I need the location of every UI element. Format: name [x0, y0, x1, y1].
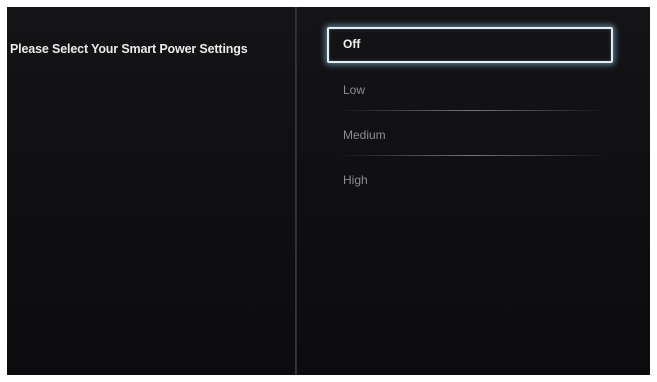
left-panel: Please Select Your Smart Power Settings	[7, 7, 295, 375]
settings-prompt: Please Select Your Smart Power Settings	[10, 42, 248, 56]
option-off[interactable]: Off	[327, 27, 613, 63]
option-high[interactable]: High	[327, 163, 613, 199]
smart-power-settings-screen: Please Select Your Smart Power Settings …	[7, 7, 650, 375]
option-separator	[337, 110, 607, 111]
tv-frame: Please Select Your Smart Power Settings …	[0, 0, 657, 382]
options-menu: Off Low Medium High	[297, 7, 650, 375]
option-medium[interactable]: Medium	[327, 118, 613, 154]
option-low[interactable]: Low	[327, 73, 613, 109]
option-separator	[337, 155, 607, 156]
option-low-label: Low	[343, 83, 366, 97]
option-medium-label: Medium	[343, 128, 386, 142]
option-high-label: High	[343, 173, 368, 187]
option-off-label: Off	[343, 37, 361, 51]
